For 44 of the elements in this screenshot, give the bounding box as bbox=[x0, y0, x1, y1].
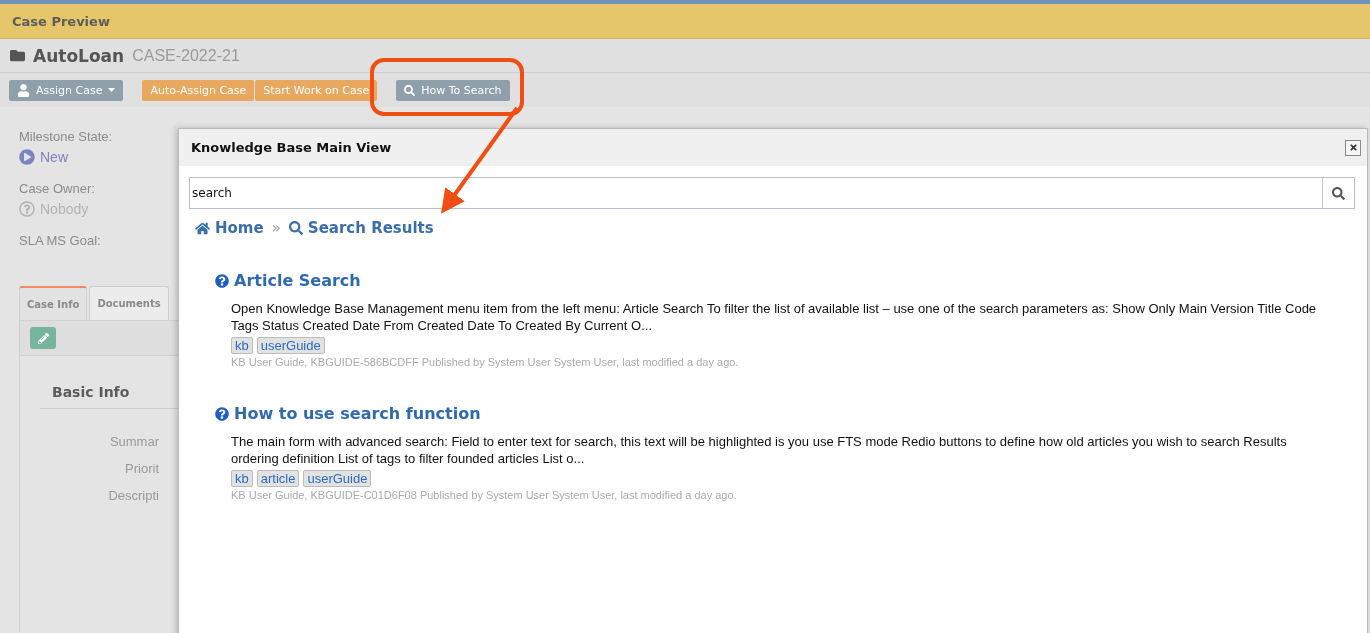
breadcrumb-link[interactable]: Home bbox=[195, 219, 264, 237]
toolbar-button[interactable]: Assign Case bbox=[9, 79, 124, 101]
tag[interactable]: article bbox=[256, 470, 300, 487]
tab[interactable]: Case Info bbox=[19, 286, 88, 320]
tab[interactable]: Documents bbox=[89, 286, 169, 320]
question-icon bbox=[215, 406, 229, 421]
search-field[interactable]: search bbox=[189, 177, 1322, 209]
tag[interactable]: kb bbox=[231, 470, 253, 487]
breadcrumb-link[interactable]: Search Results bbox=[288, 219, 434, 237]
article-meta: KB User Guide, KBGUIDE-C01D6F08 Published by System User System User, last modified a day ago. bbox=[231, 489, 738, 501]
article-snippet: The main form with advanced search: Field to enter text for search, this text will be highlighted is you use FTS mode Redio buttons to define how old articles you wish to search Results ordering definition List of tags to filter founded articles List o... bbox=[231, 433, 1288, 467]
close-button[interactable] bbox=[1345, 139, 1361, 156]
close-icon bbox=[1348, 143, 1358, 152]
field-value: New bbox=[19, 147, 68, 167]
case-name: AutoLoan bbox=[33, 45, 125, 66]
user-icon bbox=[17, 83, 30, 97]
field-label: Summar bbox=[109, 433, 159, 451]
article-meta: KB User Guide, KBGUIDE-586BCDFF Published by System User System User, last modified a day ago. bbox=[231, 356, 740, 368]
field-label: Case Owner: bbox=[19, 180, 95, 198]
home-icon bbox=[195, 220, 210, 236]
field-label: SLA MS Goal: bbox=[19, 232, 101, 250]
article-snippet: Open Knowledge Base Management menu item from the left menu: Article Search To filter the list of available list – use one of the search parameters as: Show Only Main Version Title Code Tags Status Created Date From Created Date To Created By Current O... bbox=[231, 300, 1318, 334]
tag[interactable]: userGuide bbox=[256, 337, 325, 354]
play-icon bbox=[19, 149, 35, 165]
field-label: Priorit bbox=[125, 460, 159, 478]
search-icon bbox=[288, 221, 303, 235]
field-label: Milestone State: bbox=[19, 128, 113, 146]
search-button[interactable] bbox=[1322, 177, 1355, 209]
case-id: CASE-2022-21 bbox=[132, 46, 240, 65]
question-icon bbox=[19, 201, 35, 217]
tag[interactable]: kb bbox=[231, 337, 253, 354]
search-icon bbox=[1332, 186, 1345, 200]
search-icon bbox=[404, 84, 416, 96]
question-icon bbox=[215, 273, 229, 288]
tag[interactable]: userGuide bbox=[303, 470, 372, 487]
toolbar-button[interactable]: How To Search bbox=[396, 79, 510, 101]
field-label: Descripti bbox=[108, 487, 159, 505]
pencil-icon bbox=[37, 332, 49, 344]
modal-title: Knowledge Base Main View bbox=[191, 140, 392, 155]
caret-icon bbox=[108, 88, 116, 92]
article-title-link[interactable]: Article Search bbox=[215, 271, 1337, 290]
breadcrumb-separator: » bbox=[271, 219, 281, 237]
header-title: Case Preview bbox=[12, 13, 110, 29]
folder-icon bbox=[10, 48, 25, 63]
